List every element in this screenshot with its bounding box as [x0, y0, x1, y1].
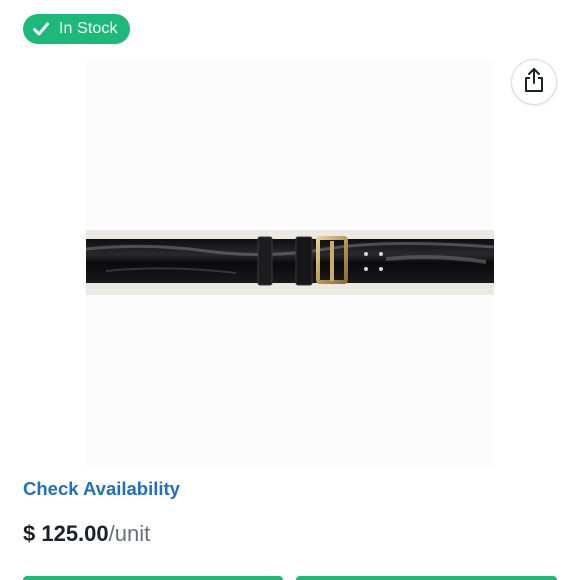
stock-status-label: In Stock	[59, 20, 118, 37]
price-unit: /unit	[108, 521, 151, 546]
bottom-action-bar	[0, 576, 580, 580]
secondary-action-button[interactable]	[296, 576, 557, 580]
in-stock-badge: In Stock	[23, 14, 130, 44]
check-icon	[31, 19, 51, 39]
check-availability-link[interactable]: Check Availability	[23, 478, 180, 500]
price-amount: $ 125.00	[23, 521, 109, 546]
primary-action-button[interactable]	[23, 576, 283, 580]
share-button[interactable]	[511, 59, 557, 105]
product-page: In Stock Check Availability $ 125.00/uni…	[0, 0, 580, 580]
price: $ 125.00/unit	[23, 519, 150, 549]
leather-belt-image	[85, 59, 495, 467]
product-image[interactable]	[85, 59, 495, 467]
share-icon	[522, 67, 546, 98]
